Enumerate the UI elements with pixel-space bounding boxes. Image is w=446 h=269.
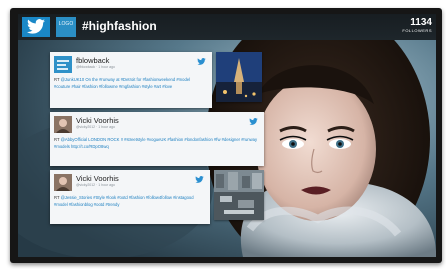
follower-counter: 1134 FOLLOWERS	[402, 17, 432, 33]
tweet-author-name: fblowback	[76, 56, 110, 65]
tweet-author-handle: @vicky2012 · 1 hour ago	[76, 125, 115, 129]
avatar	[54, 56, 72, 73]
twitter-bird-icon	[249, 118, 258, 125]
tweet-card[interactable]: Vicki Voorhis @vicky2012 · 1 hour ago RT…	[50, 170, 210, 224]
avatar	[54, 174, 72, 191]
tweet-text: RT @JunkUK10 On the #runway at #Detroit …	[54, 77, 191, 89]
tweet-text: RT @Jessie_Stories #Style #look #ootd #f…	[54, 195, 194, 207]
tweet-author-name: Vicki Voorhis	[76, 116, 119, 125]
tweet-card[interactable]: fblowback @fblowback · 1 hour ago RT @Ju…	[50, 52, 212, 108]
hashtag-title: #highfashion	[82, 19, 157, 33]
follower-count: 1134	[410, 17, 432, 28]
tweet-author-handle: @fblowback · 1 hour ago	[76, 65, 115, 69]
tweet-photo	[216, 52, 262, 102]
twitter-bird-icon	[195, 176, 204, 183]
top-bar: LOGO #highfashion 1134 FOLLOWERS	[18, 14, 436, 40]
social-wall-screen: LOGO #highfashion 1134 FOLLOWERS fblowba…	[18, 14, 436, 257]
tweet-text: RT @AbbyOfficial LONDON ROCK !! #streets…	[54, 137, 258, 149]
tweet-card[interactable]: Vicki Voorhis @vicky2012 · 1 hour ago RT…	[50, 112, 264, 166]
avatar	[54, 116, 72, 133]
tweet-author-handle: @vicky2012 · 1 hour ago	[76, 183, 115, 187]
follower-label: FOLLOWERS	[402, 28, 432, 33]
tweet-author-name: Vicki Voorhis	[76, 174, 119, 183]
twitter-bird-icon	[197, 58, 206, 65]
tweet-photo	[214, 170, 264, 220]
twitter-bird-icon	[27, 19, 45, 34]
brand-logo: LOGO	[56, 17, 76, 37]
twitter-logo	[22, 17, 50, 37]
